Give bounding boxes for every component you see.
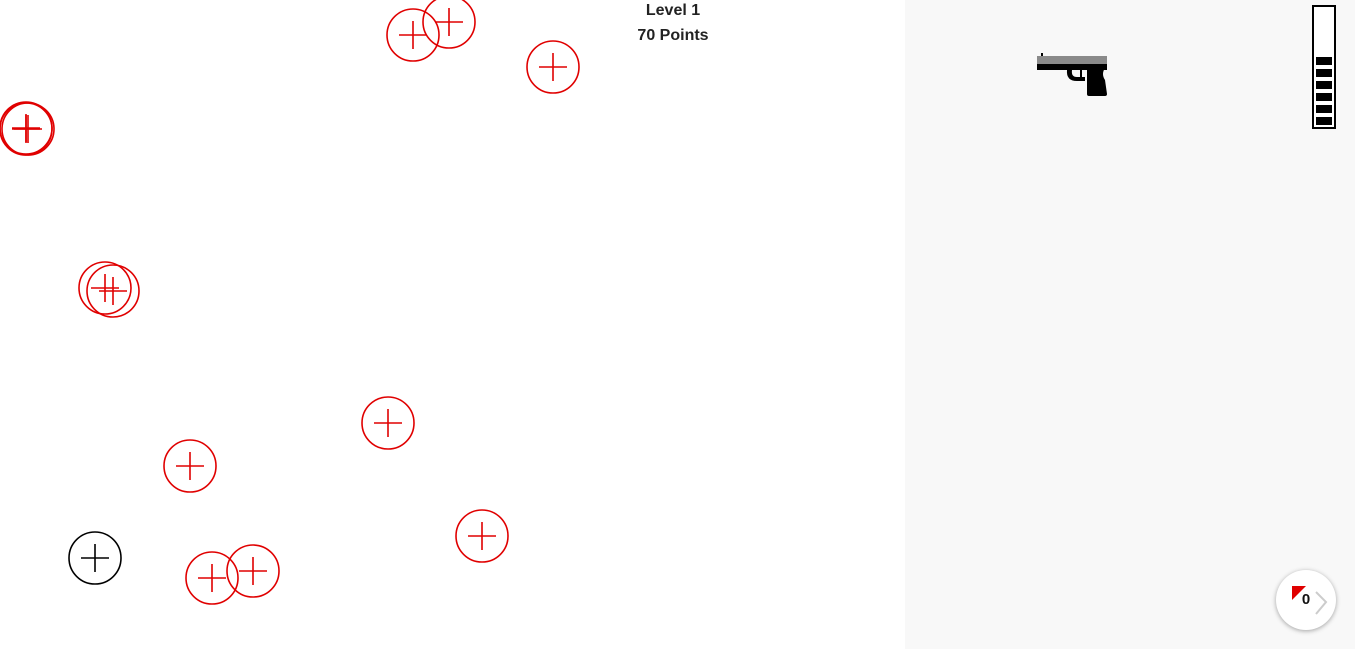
ammo-meter bbox=[1312, 5, 1336, 129]
target-crosshair-icon[interactable] bbox=[0, 102, 53, 156]
ammo-round bbox=[1316, 69, 1332, 77]
ammo-round bbox=[1316, 117, 1332, 125]
ammo-round bbox=[1316, 93, 1332, 101]
counter-badge[interactable]: 0 bbox=[1276, 570, 1336, 630]
counter-value: 0 bbox=[1301, 591, 1311, 608]
ammo-round bbox=[1316, 105, 1332, 113]
target-crosshair-icon[interactable] bbox=[455, 509, 509, 563]
target-crosshair-icon[interactable] bbox=[526, 40, 580, 94]
target-crosshair-icon[interactable] bbox=[422, 0, 476, 49]
side-panel bbox=[905, 0, 1355, 649]
target-crosshair-icon[interactable] bbox=[163, 439, 217, 493]
game-playfield[interactable]: Level 1 70 Points bbox=[0, 0, 905, 649]
pistol-icon bbox=[1035, 50, 1111, 98]
target-crosshair-icon[interactable] bbox=[226, 544, 280, 598]
ammo-round bbox=[1316, 81, 1332, 89]
ammo-round bbox=[1316, 57, 1332, 65]
points-label: 70 Points bbox=[637, 27, 709, 44]
target-crosshair-icon[interactable] bbox=[78, 261, 132, 315]
level-label: Level 1 bbox=[645, 2, 701, 19]
target-crosshair-icon[interactable] bbox=[361, 396, 415, 450]
target-crosshair-icon[interactable] bbox=[68, 531, 122, 585]
